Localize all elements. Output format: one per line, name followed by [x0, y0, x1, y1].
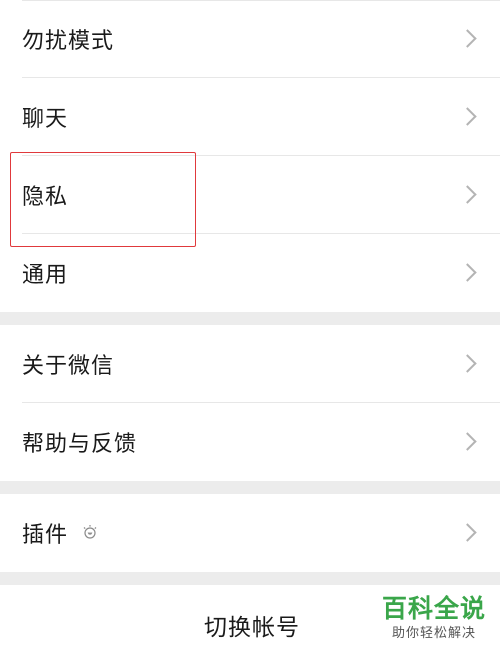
- settings-group-about: 关于微信 帮助与反馈: [0, 325, 500, 481]
- chevron-right-icon: [458, 107, 477, 126]
- chevron-right-icon: [458, 523, 477, 542]
- settings-group-plugins: 插件: [0, 494, 500, 572]
- chevron-right-icon: [458, 29, 477, 48]
- menu-item-label: 插件: [22, 523, 69, 548]
- watermark-title: 百科全说: [381, 594, 486, 623]
- menu-item-chat[interactable]: 聊天: [0, 78, 500, 156]
- chevron-right-icon: [458, 432, 477, 451]
- section-separator: [0, 572, 500, 585]
- menu-item-about-wechat[interactable]: 关于微信: [0, 325, 500, 403]
- chevron-right-icon: [458, 185, 477, 204]
- menu-item-general[interactable]: 通用: [0, 234, 500, 312]
- chevron-right-icon: [458, 354, 477, 373]
- chevron-right-icon: [458, 263, 477, 282]
- watermark-logo: 百科全说 助你轻松解决: [382, 596, 486, 640]
- menu-item-label-wrap: 插件: [22, 517, 98, 549]
- switch-account-label: 切换帐号: [204, 615, 300, 641]
- menu-item-label: 帮助与反馈: [22, 432, 138, 457]
- menu-item-label: 隐私: [22, 185, 69, 210]
- watermark-subtitle: 助你轻松解决: [391, 626, 476, 641]
- lightbulb-icon: [83, 525, 97, 539]
- menu-item-do-not-disturb[interactable]: 勿扰模式: [0, 0, 500, 78]
- settings-screen: 勿扰模式 聊天 隐私 通用 关于微信 帮助与反馈 插件 切换帐号 百科全说 助你…: [0, 0, 500, 652]
- section-separator: [0, 481, 500, 494]
- menu-item-label: 关于微信: [22, 354, 115, 379]
- menu-item-help-feedback[interactable]: 帮助与反馈: [0, 403, 500, 481]
- menu-item-label: 通用: [22, 263, 69, 288]
- settings-group-general: 勿扰模式 聊天 隐私 通用: [0, 0, 500, 312]
- section-separator: [0, 312, 500, 325]
- menu-item-plugins[interactable]: 插件: [0, 494, 500, 572]
- menu-item-label: 勿扰模式: [22, 29, 115, 54]
- menu-item-privacy[interactable]: 隐私: [0, 156, 500, 234]
- menu-item-label: 聊天: [22, 107, 69, 132]
